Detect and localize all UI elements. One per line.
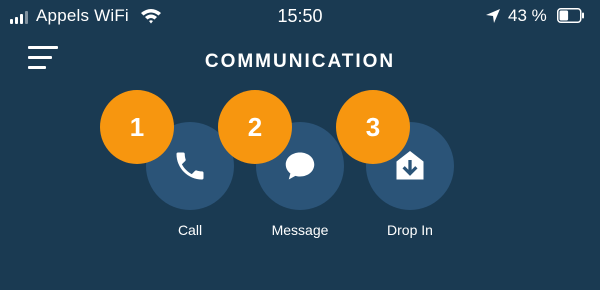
step-badge-3: 3 bbox=[336, 90, 410, 164]
page-title: COMMUNICATION bbox=[204, 51, 396, 72]
phone-icon bbox=[176, 152, 204, 180]
step-badge-2: 2 bbox=[218, 90, 292, 164]
status-bar: Appels WiFi 15:50 43 % bbox=[0, 0, 600, 34]
speech-bubble-icon bbox=[285, 152, 315, 180]
drop-in-label: Drop In bbox=[387, 222, 433, 238]
call-label: Call bbox=[177, 222, 203, 238]
step-badge-1: 1 bbox=[100, 90, 174, 164]
location-arrow-icon bbox=[486, 9, 500, 23]
battery-icon bbox=[557, 8, 584, 23]
message-label: Message bbox=[271, 222, 329, 238]
battery-percentage: 43 % bbox=[508, 6, 547, 25]
